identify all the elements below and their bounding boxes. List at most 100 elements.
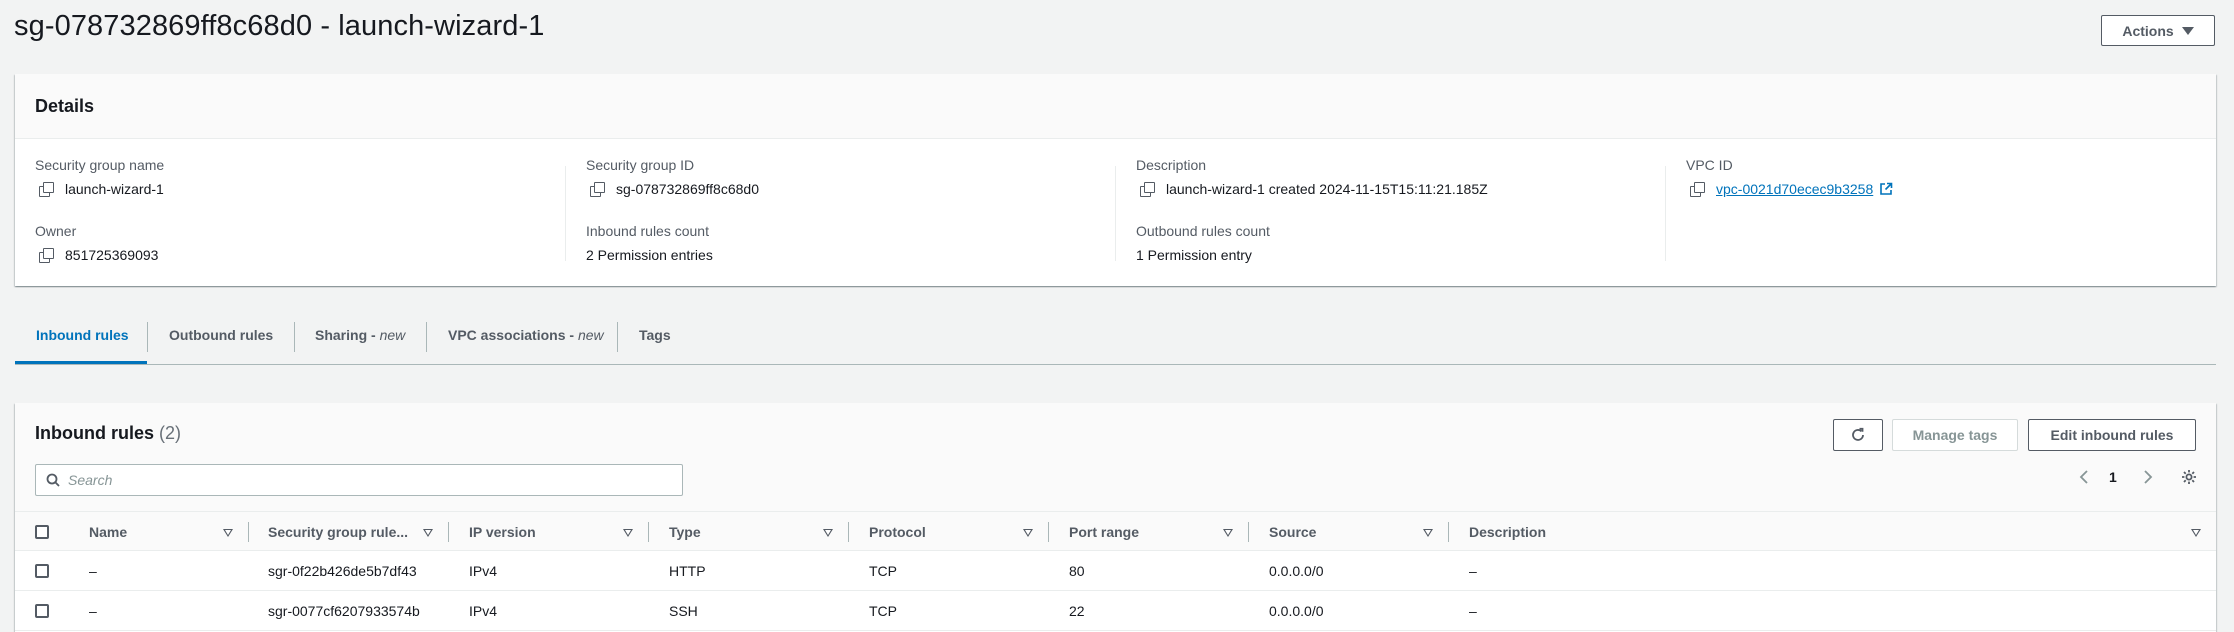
details-title: Details	[35, 96, 95, 116]
sort-icon[interactable]	[423, 529, 433, 537]
sort-icon[interactable]	[1023, 529, 1033, 537]
vpc-id-value: vpc-0021d70ecec9b3258	[1690, 181, 1893, 197]
cell-description: –	[1469, 563, 1477, 579]
column-resizer[interactable]	[1248, 522, 1249, 542]
cell-type: HTTP	[669, 563, 706, 579]
description-text: launch-wizard-1 created 2024-11-15T15:11…	[1166, 181, 1488, 197]
edit-inbound-rules-button[interactable]: Edit inbound rules	[2028, 419, 2196, 451]
sort-icon[interactable]	[2191, 529, 2201, 537]
column-header-port-range[interactable]: Port range	[1069, 524, 1139, 540]
copy-icon[interactable]	[39, 182, 54, 197]
column-divider	[1115, 166, 1116, 261]
description-label: Description	[1136, 157, 1207, 173]
tab-divider	[147, 322, 148, 352]
page-title: sg-078732869ff8c68d0 - launch-wizard-1	[14, 10, 545, 42]
tab-inbound-rules[interactable]: Inbound rules	[36, 327, 129, 343]
details-panel: Details Security group name launch-wizar…	[15, 74, 2216, 286]
inbound-rules-header: Inbound rules (2) Manage tags Edit inbou…	[15, 403, 2216, 511]
cell-ip-version: IPv4	[469, 563, 498, 579]
column-resizer[interactable]	[1448, 522, 1449, 542]
column-resizer[interactable]	[448, 522, 449, 542]
column-resizer[interactable]	[1048, 522, 1049, 542]
row-checkbox[interactable]	[35, 604, 49, 618]
select-all-checkbox[interactable]	[35, 525, 49, 539]
refresh-button[interactable]	[1833, 419, 1883, 451]
gear-icon[interactable]	[2181, 469, 2197, 485]
search-field[interactable]	[35, 464, 683, 496]
copy-icon[interactable]	[590, 182, 605, 197]
inbound-rules-title-text: Inbound rules	[35, 423, 154, 443]
cell-type: SSH	[669, 603, 698, 619]
column-resizer[interactable]	[648, 522, 649, 542]
column-divider	[565, 166, 566, 261]
outbound-count-value: 1 Permission entry	[1136, 247, 1252, 263]
page-number[interactable]: 1	[2109, 469, 2117, 485]
tab-vpc-associations-label: VPC associations -	[448, 327, 578, 343]
description-value: launch-wizard-1 created 2024-11-15T15:11…	[1140, 181, 1488, 197]
search-icon	[46, 473, 60, 487]
tab-divider	[426, 322, 427, 352]
column-header-ip-version[interactable]: IP version	[469, 524, 536, 540]
owner-text: 851725369093	[65, 247, 159, 263]
inbound-rules-panel: Inbound rules (2) Manage tags Edit inbou…	[15, 403, 2216, 632]
sort-icon[interactable]	[1423, 529, 1433, 537]
inbound-rules-count: (2)	[159, 423, 182, 443]
outbound-count-label: Outbound rules count	[1136, 223, 1270, 239]
sg-name-text: launch-wizard-1	[65, 181, 164, 197]
external-link-icon[interactable]	[1879, 182, 1893, 196]
sort-icon[interactable]	[823, 529, 833, 537]
cell-description: –	[1469, 603, 1477, 619]
column-header-description[interactable]: Description	[1469, 524, 1546, 540]
search-input[interactable]	[68, 471, 668, 489]
tab-bar: Inbound rules Outbound rules Sharing - n…	[15, 313, 2216, 365]
refresh-icon	[1852, 427, 1864, 441]
cell-rule-id: sgr-0f22b426de5b7df43	[268, 563, 417, 579]
column-header-rule-id[interactable]: Security group rule...	[268, 524, 408, 540]
column-resizer[interactable]	[248, 522, 249, 542]
details-header: Details	[15, 74, 2216, 139]
table-row[interactable]: – sgr-0077cf6207933574b IPv4 SSH TCP 22 …	[15, 591, 2216, 631]
column-divider	[1665, 166, 1666, 261]
table-row[interactable]: – sgr-0f22b426de5b7df43 IPv4 HTTP TCP 80…	[15, 551, 2216, 591]
column-resizer[interactable]	[848, 522, 849, 542]
chevron-right-icon[interactable]	[2140, 469, 2154, 485]
tab-vpc-associations[interactable]: VPC associations - new	[448, 327, 604, 343]
cell-rule-id: sgr-0077cf6207933574b	[268, 603, 420, 619]
tab-divider	[294, 322, 295, 352]
copy-icon[interactable]	[39, 248, 54, 263]
copy-icon[interactable]	[1690, 182, 1705, 197]
cell-source: 0.0.0.0/0	[1269, 563, 1324, 579]
cell-name: –	[89, 603, 97, 619]
row-checkbox[interactable]	[35, 564, 49, 578]
column-header-name[interactable]: Name	[89, 524, 127, 540]
new-tag: new	[379, 327, 406, 343]
sg-id-value: sg-078732869ff8c68d0	[590, 181, 759, 197]
sort-icon[interactable]	[1223, 529, 1233, 537]
column-header-source[interactable]: Source	[1269, 524, 1316, 540]
column-header-protocol[interactable]: Protocol	[869, 524, 926, 540]
sg-name-value: launch-wizard-1	[39, 181, 164, 197]
cell-protocol: TCP	[869, 563, 897, 579]
cell-source: 0.0.0.0/0	[1269, 603, 1324, 619]
tab-sharing-label: Sharing -	[315, 327, 380, 343]
inbound-count-label: Inbound rules count	[586, 223, 709, 239]
sg-name-label: Security group name	[35, 157, 165, 173]
tab-divider	[617, 322, 618, 352]
vpc-id-link[interactable]: vpc-0021d70ecec9b3258	[1716, 181, 1873, 197]
tab-sharing[interactable]: Sharing - new	[315, 327, 405, 343]
tab-outbound-rules[interactable]: Outbound rules	[169, 327, 273, 343]
sort-icon[interactable]	[223, 529, 233, 537]
table-header: Name Security group rule... IP version T…	[15, 511, 2216, 551]
sg-id-label: Security group ID	[586, 157, 695, 173]
manage-tags-button[interactable]: Manage tags	[1892, 419, 2018, 451]
tab-tags[interactable]: Tags	[639, 327, 671, 343]
sg-id-text: sg-078732869ff8c68d0	[616, 181, 759, 197]
chevron-left-icon[interactable]	[2078, 469, 2092, 485]
actions-button[interactable]: Actions	[2101, 15, 2215, 46]
sort-icon[interactable]	[623, 529, 633, 537]
actions-label: Actions	[2122, 22, 2174, 39]
cell-name: –	[89, 563, 97, 579]
inbound-count-value: 2 Permission entries	[586, 247, 713, 263]
copy-icon[interactable]	[1140, 182, 1155, 197]
column-header-type[interactable]: Type	[669, 524, 701, 540]
